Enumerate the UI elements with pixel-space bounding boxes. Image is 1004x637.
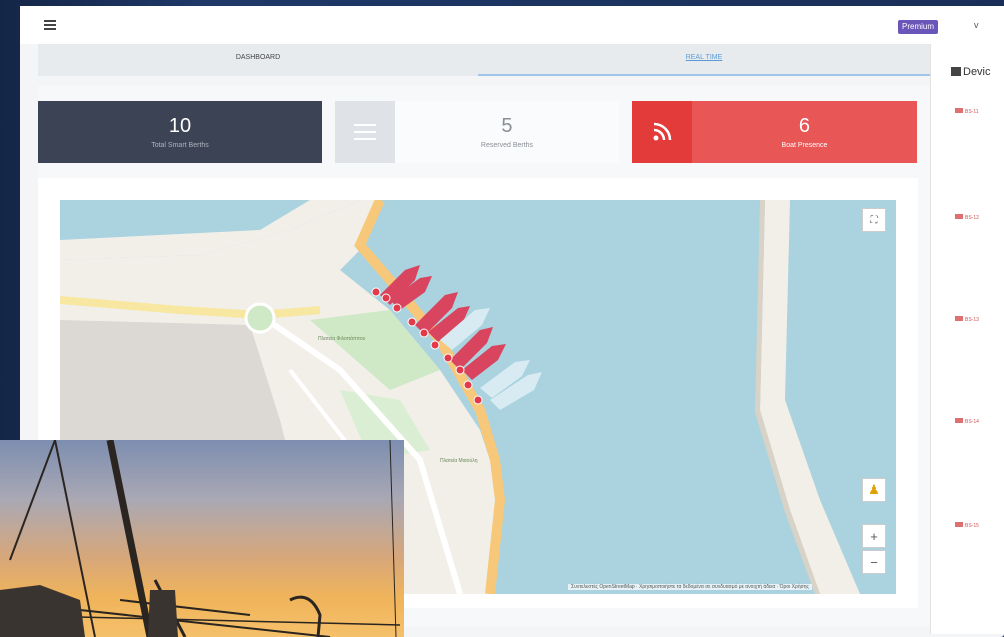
map-label: Πλατεία Μιαούλη (440, 457, 478, 464)
device-item[interactable]: BS-14 (955, 418, 979, 425)
stat-card-boat-presence: 6 Boat Presence (632, 101, 917, 163)
stat-value: 5 (501, 115, 513, 137)
device-item[interactable]: BS-15 (955, 522, 979, 529)
stat-value: 10 (168, 115, 192, 137)
plan-badge: Premium (898, 20, 939, 34)
device-icon (955, 316, 963, 321)
top-bar: Premium v (20, 6, 1004, 44)
stat-card-total-berths: 10 Total Smart Berths (38, 101, 322, 163)
device-icon (955, 214, 963, 219)
zoom-in-button[interactable]: + (862, 524, 886, 548)
device-icon (955, 108, 963, 113)
device-item[interactable]: BS-11 (955, 108, 979, 115)
stat-label: Total Smart Berths (151, 142, 209, 149)
device-item[interactable]: BS-13 (955, 316, 979, 323)
tab-dashboard[interactable]: DASHBOARD (38, 44, 478, 76)
stat-label: Boat Presence (781, 142, 828, 149)
stat-value: 6 (798, 115, 811, 137)
tab-real-time[interactable]: REAL TIME (478, 44, 930, 76)
device-item[interactable]: BS-12 (955, 214, 979, 221)
map-label: Πλατεία Φιλοπάππου (318, 335, 366, 342)
table-icon (951, 67, 961, 76)
wifi-signal-icon (632, 101, 692, 163)
list-icon (335, 101, 395, 163)
devices-panel: Devic BS-11 BS-12 BS-13 BS-14 BS-15 (930, 44, 1004, 634)
map-attribution[interactable]: Συντελεστές OpenStreetMap · Χρησιμοποιήσ… (568, 584, 812, 590)
devices-title: Devic (951, 66, 991, 78)
user-menu-caret-icon[interactable]: v (974, 20, 979, 30)
menu-icon[interactable] (44, 20, 56, 30)
fullscreen-button[interactable]: ⛶ (862, 208, 886, 232)
sailboat-sunset-photo (0, 440, 404, 637)
street-view-pegman-icon[interactable]: ♟ (862, 478, 886, 502)
device-icon (955, 418, 963, 423)
device-icon (955, 522, 963, 527)
stat-label: Reserved Berths (480, 142, 534, 149)
tab-bar: DASHBOARD REAL TIME (38, 44, 930, 76)
stat-card-reserved-berths: 5 Reserved Berths (335, 101, 619, 163)
zoom-out-button[interactable]: − (862, 550, 886, 574)
